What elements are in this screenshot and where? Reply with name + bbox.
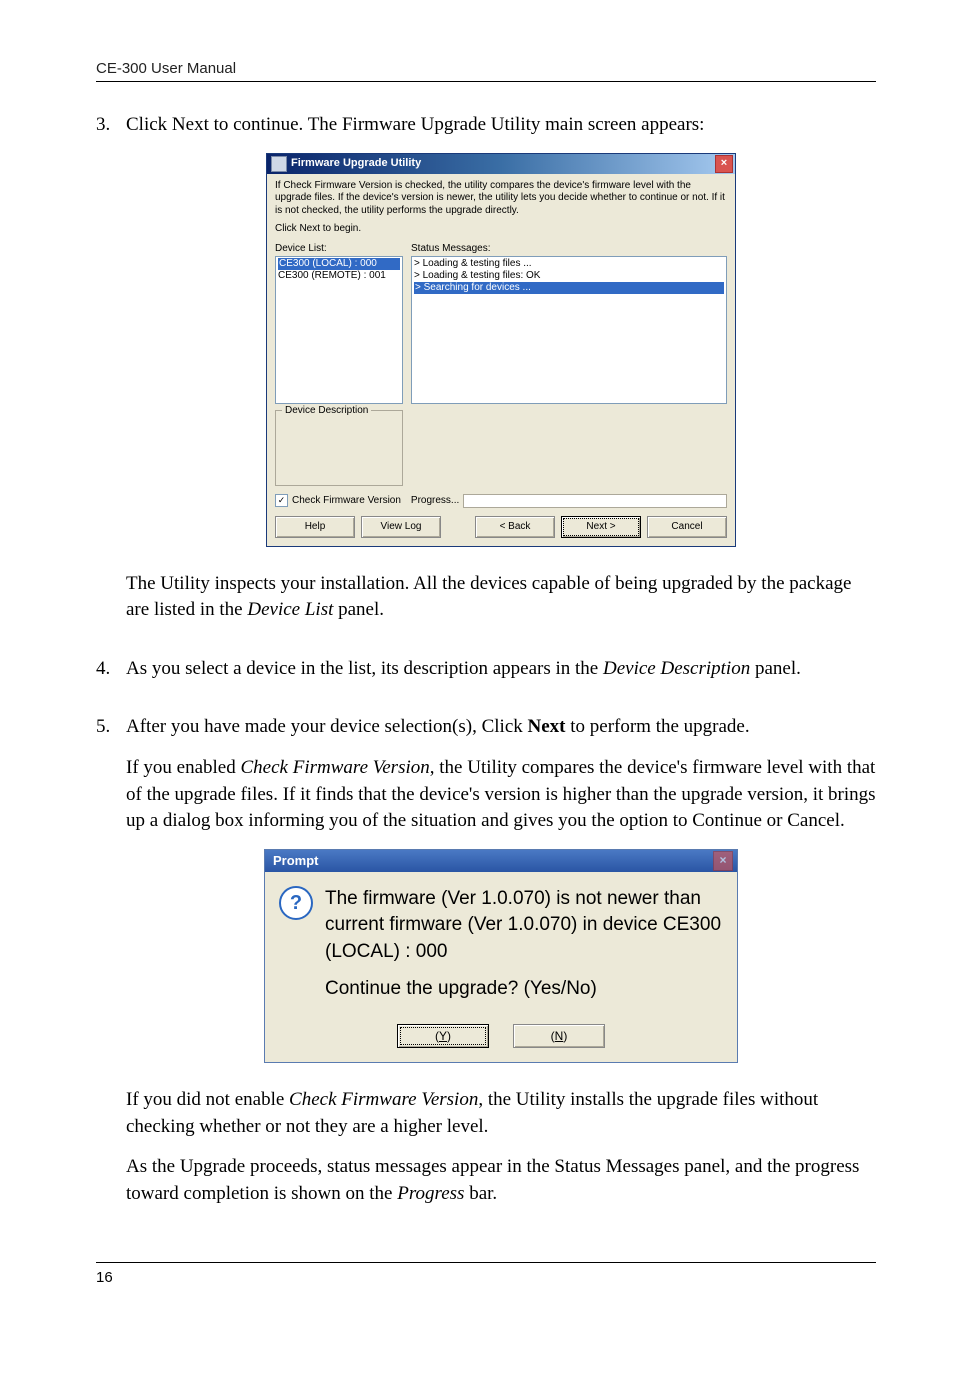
progress-label: Progress... (411, 494, 459, 508)
close-icon[interactable]: × (713, 851, 733, 871)
help-button[interactable]: Help (275, 516, 355, 538)
prompt-dialog: Prompt × ? The firmware (Ver 1.0.070) is… (264, 849, 738, 1063)
status-messages: > Loading & testing files ... > Loading … (411, 256, 727, 404)
yes-button[interactable]: (Y) (397, 1024, 489, 1048)
instruction-text: If Check Firmware Version is checked, th… (275, 180, 727, 218)
device-description-legend: Device Description (282, 404, 371, 418)
dialog-title: Prompt (273, 852, 319, 870)
window-title: Firmware Upgrade Utility (291, 156, 421, 171)
device-list-item[interactable]: CE300 (LOCAL) : 000 (278, 258, 400, 270)
view-log-button[interactable]: View Log (361, 516, 441, 538)
progress-bar (463, 494, 727, 508)
firmware-upgrade-window: Firmware Upgrade Utility × If Check Firm… (266, 153, 736, 547)
dialog-titlebar: Prompt × (265, 850, 737, 872)
status-line: > Searching for devices ... (414, 282, 724, 294)
dialog-message-2: Continue the upgrade? (Yes/No) (325, 976, 721, 1003)
step-5-text-3: If you did not enable Check Firmware Ver… (126, 1087, 876, 1140)
status-line: > Loading & testing files ... (414, 258, 532, 269)
header-rule (96, 81, 876, 82)
click-next-text: Click Next to begin. (275, 223, 727, 236)
step-5-text-4: As the Upgrade proceeds, status messages… (126, 1154, 876, 1207)
status-line: > Loading & testing files: OK (414, 270, 540, 281)
step-3-after: The Utility inspects your installation. … (126, 571, 876, 624)
list-number-4: 4. (96, 656, 126, 683)
check-firmware-label: Check Firmware Version (292, 494, 401, 508)
device-list-label: Device List: (275, 242, 403, 256)
device-list-item[interactable]: CE300 (REMOTE) : 001 (278, 270, 386, 281)
no-button[interactable]: (N) (513, 1024, 605, 1048)
step-5-text-1: After you have made your device selectio… (126, 714, 876, 741)
window-titlebar: Firmware Upgrade Utility × (267, 154, 735, 174)
device-description-group: Device Description (275, 410, 403, 486)
page-number: 16 (96, 1269, 876, 1286)
question-icon: ? (279, 886, 313, 920)
list-number-5: 5. (96, 714, 126, 741)
close-icon[interactable]: × (715, 155, 733, 173)
step-3-text: Click Next to continue. The Firmware Upg… (126, 112, 876, 139)
next-button[interactable]: Next > (561, 516, 641, 538)
device-list[interactable]: CE300 (LOCAL) : 000 CE300 (REMOTE) : 001 (275, 256, 403, 404)
status-messages-label: Status Messages: (411, 242, 490, 256)
footer-rule (96, 1262, 876, 1263)
check-firmware-checkbox[interactable]: ✓ (275, 494, 288, 507)
running-header: CE-300 User Manual (96, 60, 876, 77)
cancel-button[interactable]: Cancel (647, 516, 727, 538)
list-number-3: 3. (96, 112, 126, 139)
dialog-message-1: The firmware (Ver 1.0.070) is not newer … (325, 886, 721, 966)
step-4-text: As you select a device in the list, its … (126, 656, 876, 683)
step-5-text-2: If you enabled Check Firmware Version, t… (126, 755, 876, 835)
app-icon (271, 156, 287, 172)
back-button[interactable]: < Back (475, 516, 555, 538)
